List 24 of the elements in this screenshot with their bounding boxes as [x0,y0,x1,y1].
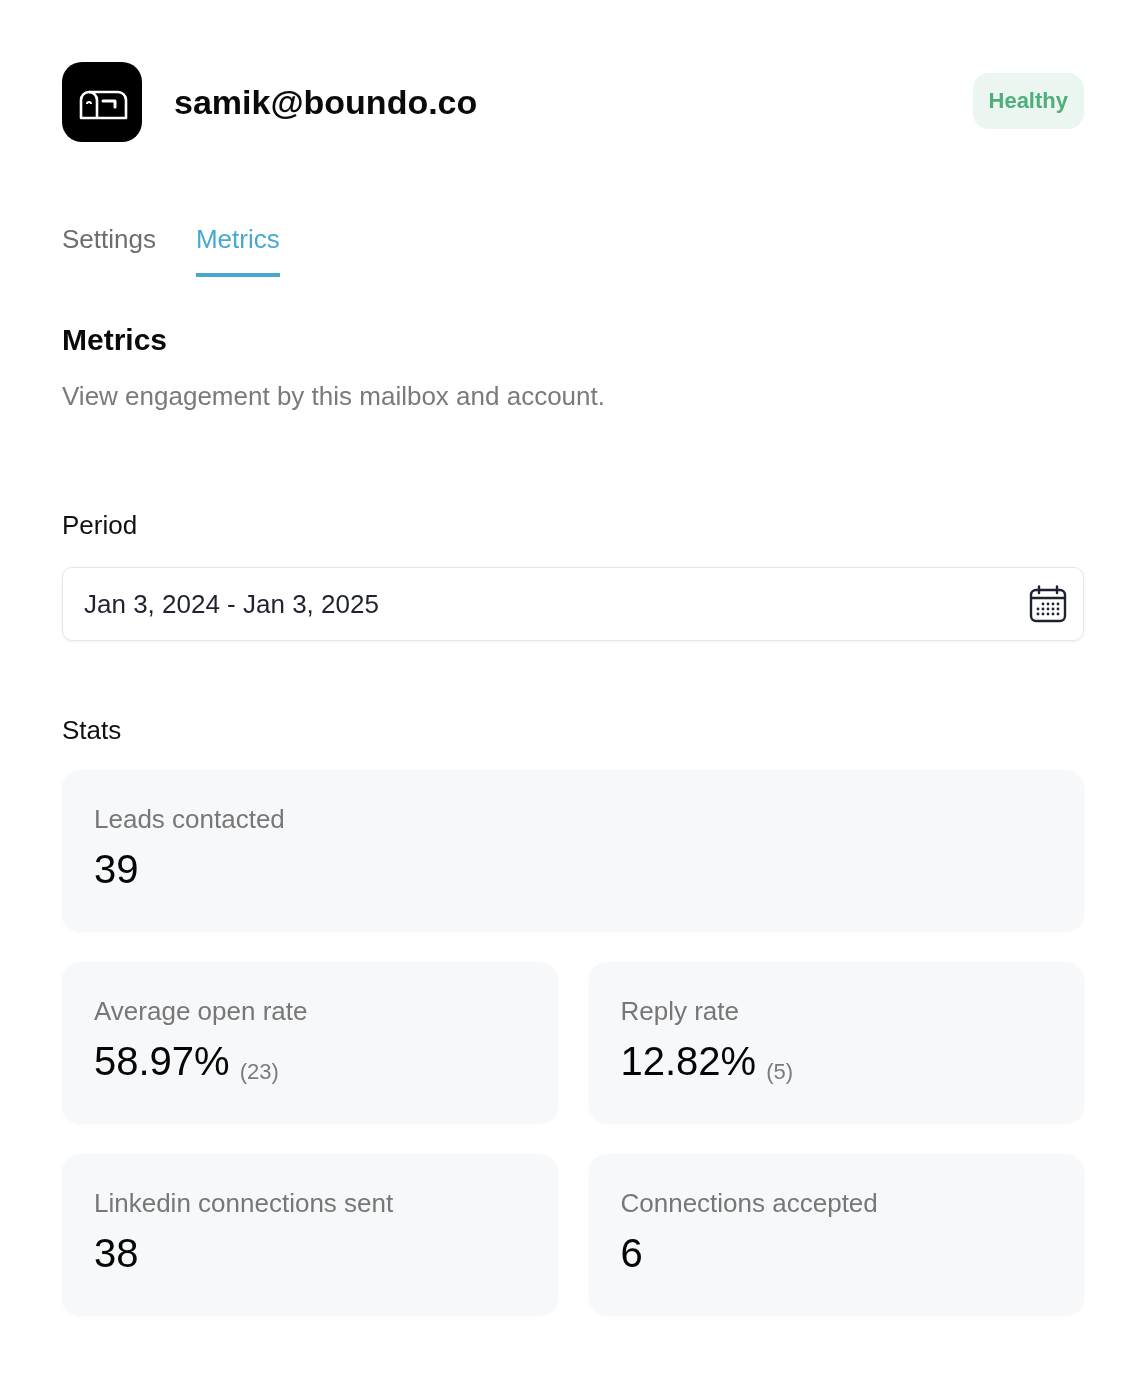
stat-count: (5) [766,1059,794,1085]
date-range-field[interactable]: Jan 3, 2024 - Jan 3, 2025 [62,567,1084,641]
period-label: Period [62,510,139,541]
mailbox-email: samik@boundo.co [174,82,479,122]
status-badge: Healthy [972,73,1084,129]
tab[interactable]: Settings [62,224,156,277]
tab[interactable]: Metrics [195,224,280,277]
stat-value: 58.97% [94,1039,230,1084]
stat-label: Leads contacted [94,804,285,835]
date-range-value: Jan 3, 2024 - Jan 3, 2025 [84,588,379,620]
stat-value: 39 [94,847,139,892]
stat-value: 6 [620,1231,643,1276]
stat-label: Connections accepted [620,1188,878,1219]
mailbox-icon [62,62,142,142]
section-description: View engagement by this mailbox and account. [62,381,606,412]
stat-label: Average open rate [94,996,308,1027]
stat-label: Reply rate [620,996,739,1027]
stat-value: 38 [94,1231,139,1276]
stats-title: Stats [62,715,123,746]
calendar-icon[interactable] [1029,585,1067,623]
stat-label: Linkedin connections sent [94,1188,394,1219]
stat-value: 12.82% [620,1039,757,1084]
stat-count: (23) [239,1059,279,1085]
section-title: Metrics [62,323,169,357]
